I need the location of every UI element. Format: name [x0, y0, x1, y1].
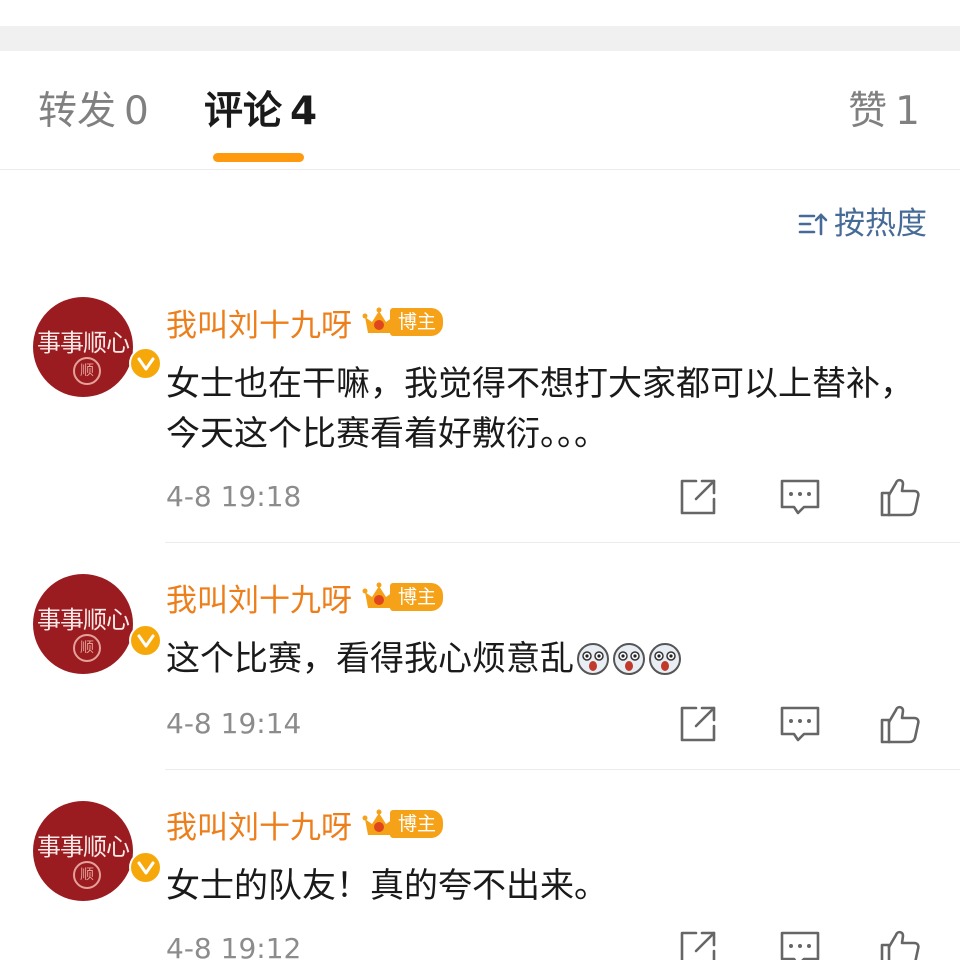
badge-label: 博主: [390, 308, 444, 336]
comment-actions: [0, 702, 960, 746]
avatar-seal: 顺: [73, 634, 101, 662]
divider: [165, 769, 960, 770]
comment-header: 我叫刘十九呀 博主: [166, 575, 444, 620]
divider: [165, 542, 960, 543]
verified-check-icon: [129, 851, 162, 884]
verified-check-icon: [129, 624, 162, 657]
verified-check-icon: [129, 347, 162, 380]
tab-bar: 转发 0 评论 4 赞1: [0, 51, 960, 170]
avatar[interactable]: 事事顺心 顺: [33, 574, 162, 674]
comment-text: 女士也在干嘛，我觉得不想打大家都可以上替补，今天这个比赛看着好敷衍。。。: [166, 364, 914, 454]
shocked-face-emoji: [577, 643, 609, 675]
tab-like[interactable]: 赞1: [848, 89, 920, 135]
comment-actions: [0, 927, 960, 960]
sort-icon: [798, 213, 828, 236]
tab-comment-count: 4: [290, 89, 318, 134]
shocked-face-emoji: [649, 643, 681, 675]
share-icon[interactable]: [676, 927, 720, 960]
comment-text: 女士的队友！真的夸不出来。: [166, 866, 608, 906]
thumbs-up-icon[interactable]: [878, 927, 922, 960]
avatar-text: 事事顺心: [37, 329, 130, 357]
avatar[interactable]: 事事顺心 顺: [33, 801, 162, 901]
tab-comment-label: 评论: [204, 89, 283, 134]
emoji-group: [576, 640, 684, 690]
share-icon[interactable]: [676, 702, 720, 746]
username[interactable]: 我叫刘十九呀: [166, 802, 352, 847]
thumbs-up-icon[interactable]: [878, 702, 922, 746]
blogger-badge: 博主: [362, 580, 444, 614]
shocked-face-emoji: [613, 643, 645, 675]
tab-comment[interactable]: 评论 4: [204, 89, 317, 135]
share-icon[interactable]: [676, 475, 720, 519]
thumbs-up-icon[interactable]: [878, 475, 922, 519]
username[interactable]: 我叫刘十九呀: [166, 575, 352, 620]
comments-page: 转发 0 评论 4 赞1 按热度 事事顺心 顺 我叫刘十九呀 博主 女士也在干嘛…: [0, 0, 960, 960]
top-spacer: [0, 0, 960, 26]
comment-text-row: 这个比赛，看得我心烦意乱: [166, 634, 946, 690]
comment-header: 我叫刘十九呀 博主: [166, 300, 444, 345]
blogger-badge: 博主: [362, 807, 444, 841]
avatar-seal: 顺: [73, 861, 101, 889]
blogger-badge: 博主: [362, 305, 444, 339]
username[interactable]: 我叫刘十九呀: [166, 300, 352, 345]
tab-repost[interactable]: 转发 0: [38, 89, 149, 135]
tab-like-count: 1: [895, 89, 920, 134]
active-tab-indicator: [213, 153, 304, 162]
comment-item: 事事顺心 顺 我叫刘十九呀 博主 女士的队友！真的夸不出来。 4-8 19:12: [0, 769, 960, 960]
sort-label: 按热度: [834, 206, 927, 242]
tab-like-label: 赞: [848, 89, 888, 134]
comment-icon[interactable]: [778, 927, 822, 960]
tab-repost-label: 转发: [38, 89, 117, 134]
tab-repost-count: 0: [124, 89, 149, 134]
badge-label: 博主: [390, 583, 444, 611]
section-separator: [0, 26, 960, 51]
avatar-text: 事事顺心: [37, 606, 130, 634]
avatar-seal: 顺: [73, 357, 101, 385]
avatar-text: 事事顺心: [37, 833, 130, 861]
badge-label: 博主: [390, 810, 444, 838]
comment-text: 这个比赛，看得我心烦意乱: [166, 639, 574, 679]
comment-icon[interactable]: [778, 702, 822, 746]
avatar[interactable]: 事事顺心 顺: [33, 297, 162, 397]
sort-button[interactable]: 按热度: [798, 204, 927, 244]
comment-item: 事事顺心 顺 我叫刘十九呀 博主 女士也在干嘛，我觉得不想打大家都可以上替补，今…: [0, 297, 960, 542]
comment-header: 我叫刘十九呀 博主: [166, 802, 444, 847]
comment-item: 事事顺心 顺 我叫刘十九呀 博主 这个比赛，看得我心烦意乱 4-8 19:14: [0, 542, 960, 769]
comment-actions: [0, 475, 960, 519]
comment-icon[interactable]: [778, 475, 822, 519]
